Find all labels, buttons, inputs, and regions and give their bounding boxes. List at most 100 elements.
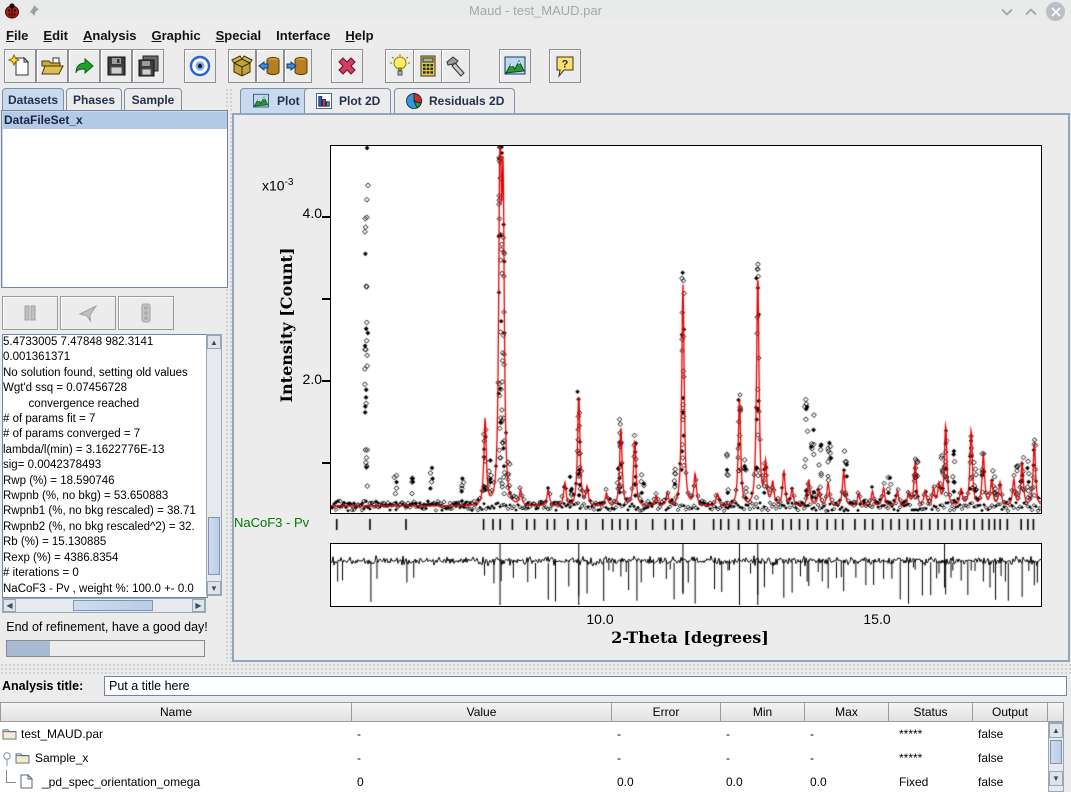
tab-plot-2d-label: Plot 2D	[339, 94, 380, 108]
menu-help[interactable]: Help	[345, 28, 373, 43]
menu-graphic[interactable]: Graphic	[151, 28, 200, 43]
tab-sample-label: Sample	[132, 93, 175, 107]
minimize-button[interactable]	[998, 3, 1016, 21]
preferences-button[interactable]	[184, 49, 216, 83]
plot-chart-icon	[251, 92, 271, 110]
dataset-list: DataFileSet_x	[1, 110, 228, 288]
table-row[interactable]: _pd_spec_orientation_omega 0 0.0 0.0 0.0…	[0, 770, 1048, 792]
table-vertical-scrollbar[interactable]: ▲ ▼	[1048, 722, 1064, 792]
row-status: Fixed	[889, 770, 983, 792]
main-plot[interactable]	[330, 145, 1042, 514]
x-tick-label-15: 15.0	[847, 611, 907, 627]
column-header-corner	[1048, 702, 1064, 722]
scroll-down-arrow[interactable]: ▼	[1049, 771, 1063, 786]
forward-arrow-icon	[72, 54, 96, 78]
column-header-error[interactable]: Error	[612, 702, 721, 722]
submit-button[interactable]	[60, 296, 116, 330]
scroll-down-arrow[interactable]: ▼	[207, 581, 221, 595]
save-button[interactable]	[100, 49, 132, 83]
plot-options-button[interactable]	[499, 49, 531, 83]
folder-icon	[15, 751, 30, 764]
log-horizontal-scrollbar[interactable]: ◀ ▶	[2, 598, 206, 613]
pie-chart-icon	[405, 92, 423, 110]
list-item-datafileset[interactable]: DataFileSet_x	[3, 112, 227, 129]
row-status: *****	[889, 722, 983, 746]
row-value: -	[352, 746, 617, 770]
tab-sample[interactable]: Sample	[124, 88, 182, 110]
maximize-button[interactable]	[1022, 3, 1040, 21]
compute-button[interactable]	[413, 49, 442, 83]
tree-expand-handle[interactable]	[2, 750, 14, 766]
export-button[interactable]	[284, 49, 312, 83]
menu-edit[interactable]: Edit	[43, 28, 68, 43]
delete-button[interactable]	[331, 49, 363, 83]
y-tick-mark	[322, 462, 330, 464]
menu-special[interactable]: Special	[216, 28, 262, 43]
log-hscroll-thumb[interactable]	[73, 600, 153, 611]
tools-button[interactable]	[441, 49, 470, 83]
residuals-canvas	[331, 544, 1041, 606]
scroll-left-arrow[interactable]: ◀	[3, 599, 16, 612]
menu-file[interactable]: File	[6, 28, 28, 43]
tab-residuals-2d[interactable]: Residuals 2D	[394, 88, 515, 113]
plot-chart-icon	[503, 54, 527, 78]
analysis-title-label: Analysis title:	[2, 679, 83, 693]
save-as-button[interactable]	[132, 49, 164, 83]
pause-refinement-button[interactable]	[2, 296, 58, 330]
column-header-output[interactable]: Output	[973, 702, 1048, 722]
column-header-name[interactable]: Name	[0, 702, 352, 722]
help-button[interactable]: ?	[549, 49, 581, 83]
tab-plot[interactable]: Plot	[240, 88, 311, 113]
new-analysis-button[interactable]	[4, 49, 36, 83]
window-title: Maud - test_MAUD.par	[0, 3, 1071, 18]
row-min: 0.0	[721, 770, 810, 792]
column-header-value[interactable]: Value	[352, 702, 612, 722]
horizontal-splitter[interactable]	[0, 663, 1071, 674]
import-database-icon	[258, 54, 282, 78]
analysis-title-input[interactable]	[104, 676, 1067, 696]
row-max: 0.0	[805, 770, 894, 792]
save-as-icon	[136, 54, 160, 78]
row-name: test_MAUD.par	[21, 722, 103, 746]
y-scale-label: x10-3	[262, 177, 293, 194]
row-min: -	[721, 746, 810, 770]
pause-icon	[19, 302, 41, 324]
log-vscroll-thumb[interactable]	[208, 517, 220, 575]
svg-text:?: ?	[562, 59, 569, 71]
document-icon	[20, 774, 33, 789]
tab-plot-2d[interactable]: Plot 2D	[304, 88, 391, 113]
table-row[interactable]: test_MAUD.par - - - - ***** false	[0, 722, 1048, 746]
calculator-icon	[416, 54, 440, 78]
y-scale-base: x10	[262, 178, 285, 194]
close-button[interactable]	[1046, 2, 1065, 21]
hammer-icon	[444, 54, 468, 78]
column-header-status[interactable]: Status	[889, 702, 973, 722]
residuals-plot[interactable]	[330, 543, 1042, 607]
scroll-up-arrow[interactable]: ▲	[1049, 723, 1063, 738]
table-row[interactable]: Sample_x - - - - ***** false	[0, 746, 1048, 770]
y-tick-mark	[322, 216, 330, 218]
refine-wizard-button[interactable]	[385, 49, 414, 83]
open-file-button[interactable]	[36, 49, 68, 83]
import-button[interactable]	[256, 49, 284, 83]
table-vscroll-thumb[interactable]	[1050, 740, 1062, 764]
objects-browser-button[interactable]	[228, 49, 256, 83]
tab-datasets[interactable]: Datasets	[2, 88, 64, 110]
y-tick-mark	[322, 380, 330, 382]
progress-bar	[6, 640, 205, 657]
log-text[interactable]: 5.4733005 7.47848 982.31410.001361371No …	[2, 334, 208, 598]
row-error: -	[612, 746, 726, 770]
help-icon: ?	[553, 54, 577, 78]
refine-status-button[interactable]	[118, 296, 174, 330]
scroll-right-arrow[interactable]: ▶	[192, 599, 205, 612]
menu-analysis[interactable]: Analysis	[83, 28, 136, 43]
column-header-max[interactable]: Max	[805, 702, 889, 722]
menu-bar: File Edit Analysis Graphic Special Inter…	[0, 24, 1071, 46]
log-vertical-scrollbar[interactable]: ▲ ▼	[206, 334, 222, 596]
maud-window: Maud - test_MAUD.par File Edit Analysis …	[0, 0, 1071, 792]
lightbulb-icon	[388, 54, 412, 78]
append-results-button[interactable]	[68, 49, 100, 83]
column-header-min[interactable]: Min	[721, 702, 805, 722]
tab-phases[interactable]: Phases	[66, 88, 122, 110]
menu-interface[interactable]: Interface	[276, 28, 330, 43]
